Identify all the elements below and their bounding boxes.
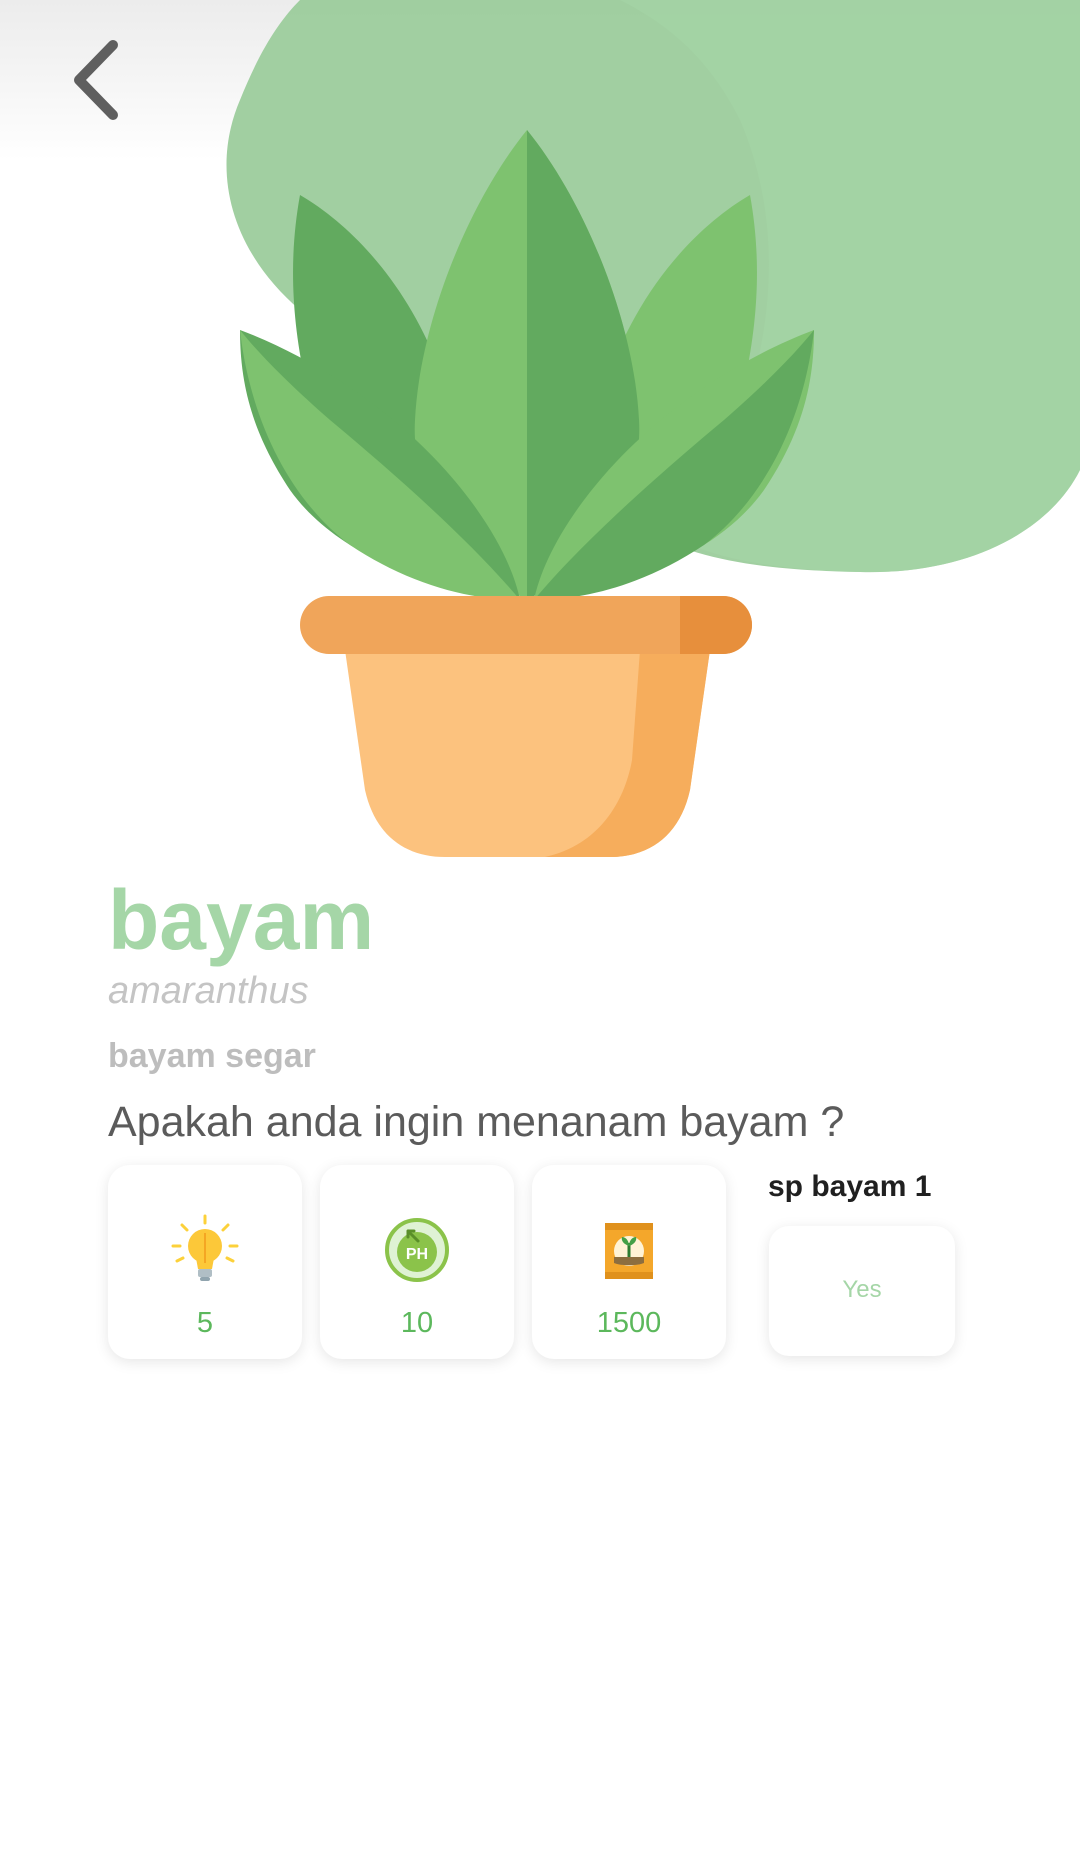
stat-card-ph[interactable]: PH 10 — [320, 1165, 514, 1359]
stat-value-seed: 1500 — [596, 1307, 662, 1339]
lightbulb-icon — [171, 1214, 239, 1281]
chevron-left-icon — [74, 40, 118, 120]
stat-value-ph: 10 — [400, 1307, 434, 1339]
sp-value: Yes — [842, 1276, 882, 1303]
stat-value-light: 5 — [196, 1307, 214, 1339]
planting-question: Apakah anda ingin menanam bayam ? — [108, 1098, 845, 1146]
ph-meter-icon: PH — [385, 1218, 449, 1282]
stat-card-light[interactable]: 5 — [108, 1165, 302, 1359]
plant-subtitle: bayam segar — [108, 1037, 316, 1075]
sp-label: sp bayam 1 — [768, 1170, 932, 1203]
sp-yes-card[interactable]: Yes — [769, 1226, 955, 1356]
plant-pot-illustration — [240, 130, 814, 857]
stat-card-seed[interactable]: 1500 — [532, 1165, 726, 1359]
back-button[interactable] — [50, 30, 140, 130]
plant-name: bayam — [108, 873, 375, 967]
seed-bag-icon — [605, 1223, 653, 1279]
plant-latin-name: amaranthus — [108, 970, 309, 1012]
svg-text:PH: PH — [406, 1246, 428, 1263]
